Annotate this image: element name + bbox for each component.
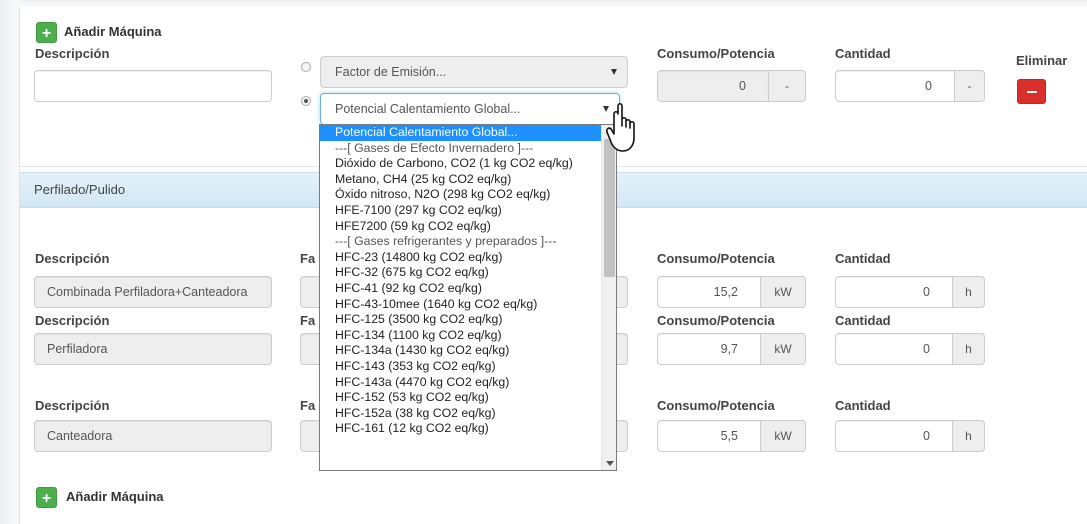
dropdown-option[interactable]: HFC-134a (1430 kg CO2 eq/kg) xyxy=(320,343,602,359)
row2-consumo-label: Consumo/Potencia xyxy=(657,313,775,328)
panel-border xyxy=(19,8,20,524)
row3-cantidad-unit: h xyxy=(953,420,985,452)
dropdown-option[interactable]: HFE7200 (59 kg CO2 eq/kg) xyxy=(320,219,602,235)
scroll-down-arrow-icon[interactable] xyxy=(606,461,614,466)
dropdown-option[interactable]: HFC-152a (38 kg CO2 eq/kg) xyxy=(320,406,602,422)
dropdown-option[interactable]: HFC-152 (53 kg CO2 eq/kg) xyxy=(320,390,602,406)
row3-description-label: Descripción xyxy=(35,398,110,413)
eliminar-label: Eliminar xyxy=(1016,53,1068,68)
cantidad-label: Cantidad xyxy=(835,46,891,61)
dropdown-option[interactable]: HFC-134 (1100 kg CO2 eq/kg) xyxy=(320,328,602,344)
dropdown-option[interactable]: Óxido nitroso, N2O (298 kg CO2 eq/kg) xyxy=(320,187,602,203)
consumo-input[interactable]: 0 xyxy=(657,70,769,102)
row2-factor-label: Fa xyxy=(300,313,316,328)
dropdown-option[interactable]: Metano, CH4 (25 kg CO2 eq/kg) xyxy=(320,172,602,188)
dropdown-option[interactable]: HFC-32 (675 kg CO2 eq/kg) xyxy=(320,265,602,281)
add-machine-bottom-button[interactable]: + xyxy=(36,487,57,508)
cantidad-input[interactable]: 0 xyxy=(835,70,955,102)
factor-emision-select[interactable]: Factor de Emisión... xyxy=(320,56,628,88)
row1-cantidad-unit: h xyxy=(953,276,985,308)
dropdown-scrollbar[interactable] xyxy=(601,125,616,470)
dropdown-option[interactable]: HFE-7100 (297 kg CO2 eq/kg) xyxy=(320,203,602,219)
consumo-unit: - xyxy=(769,70,806,102)
add-machine-top-label[interactable]: Añadir Máquina xyxy=(64,24,162,39)
cantidad-unit: - xyxy=(955,70,985,102)
dropdown-option[interactable]: HFC-23 (14800 kg CO2 eq/kg) xyxy=(320,250,602,266)
row2-description-input[interactable]: Perfiladora xyxy=(34,333,272,365)
row2-description-label: Descripción xyxy=(35,313,110,328)
potencial-dropdown-list[interactable]: Potencial Calentamiento Global... ---[ G… xyxy=(319,124,617,471)
add-machine-bottom-label[interactable]: Añadir Máquina xyxy=(66,489,164,504)
plus-icon: + xyxy=(41,25,52,42)
scrollbar-thumb[interactable] xyxy=(604,139,615,277)
row2-cantidad-unit: h xyxy=(953,333,985,365)
potencial-select[interactable]: Potencial Calentamiento Global... xyxy=(320,93,620,125)
row3-description-input[interactable]: Canteadora xyxy=(34,420,272,452)
row1-consumo-input[interactable]: 15,2 xyxy=(657,276,761,308)
row1-description-input[interactable]: Combinada Perfiladora+Canteadora xyxy=(34,276,272,308)
dropdown-option[interactable]: Dióxido de Carbono, CO2 (1 kg CO2 eq/kg) xyxy=(320,156,602,172)
row3-consumo-unit: kW xyxy=(761,420,806,452)
row1-cantidad-label: Cantidad xyxy=(835,251,891,266)
row1-consumo-unit: kW xyxy=(761,276,806,308)
dropdown-group-header: ---[ Gases refrigerantes y preparados ]-… xyxy=(335,234,557,249)
potencial-select-value: Potencial Calentamiento Global... xyxy=(335,102,521,116)
dropdown-option[interactable]: HFC-43-10mee (1640 kg CO2 eq/kg) xyxy=(320,297,602,313)
top-shadow xyxy=(0,0,1087,8)
row2-cantidad-input[interactable]: 0 xyxy=(835,333,953,365)
dropdown-option[interactable]: HFC-41 (92 kg CO2 eq/kg) xyxy=(320,281,602,297)
row2-consumo-unit: kW xyxy=(761,333,806,365)
consumo-label: Consumo/Potencia xyxy=(657,46,775,61)
row3-cantidad-label: Cantidad xyxy=(835,398,891,413)
dropdown-options: Potencial Calentamiento Global... ---[ G… xyxy=(320,125,602,437)
dropdown-option[interactable]: HFC-125 (3500 kg CO2 eq/kg) xyxy=(320,312,602,328)
dropdown-option[interactable]: HFC-143a (4470 kg CO2 eq/kg) xyxy=(320,375,602,391)
row2-consumo-input[interactable]: 9,7 xyxy=(657,333,761,365)
dropdown-group-header: ---[ Gases de Efecto Invernadero ]--- xyxy=(335,140,534,155)
row1-cantidad-input[interactable]: 0 xyxy=(835,276,953,308)
hand-cursor-icon xyxy=(606,102,635,152)
description-label: Descripción xyxy=(35,46,110,61)
radio-factor-emision[interactable] xyxy=(301,62,311,72)
row1-description-label: Descripción xyxy=(35,251,110,266)
factor-emision-select-value: Factor de Emisión... xyxy=(335,65,447,79)
dropdown-option[interactable]: HFC-143 (353 kg CO2 eq/kg) xyxy=(320,359,602,375)
row2-cantidad-label: Cantidad xyxy=(835,313,891,328)
chevron-down-icon xyxy=(611,69,617,75)
row3-cantidad-input[interactable]: 0 xyxy=(835,420,953,452)
add-machine-top-button[interactable]: + xyxy=(36,22,57,43)
dropdown-option[interactable]: Potencial Calentamiento Global... xyxy=(320,125,602,141)
left-shadow xyxy=(0,0,20,524)
radio-potencial-calentamiento[interactable] xyxy=(301,96,311,106)
row3-factor-label: Fa xyxy=(300,398,316,413)
description-input[interactable] xyxy=(34,70,272,102)
dropdown-option[interactable]: HFC-161 (12 kg CO2 eq/kg) xyxy=(320,421,602,437)
row1-factor-label: Fa xyxy=(300,251,316,266)
row3-consumo-input[interactable]: 5,5 xyxy=(657,420,761,452)
plus-icon: + xyxy=(41,490,52,507)
row1-consumo-label: Consumo/Potencia xyxy=(657,251,775,266)
row3-consumo-label: Consumo/Potencia xyxy=(657,398,775,413)
delete-button[interactable] xyxy=(1017,79,1046,104)
